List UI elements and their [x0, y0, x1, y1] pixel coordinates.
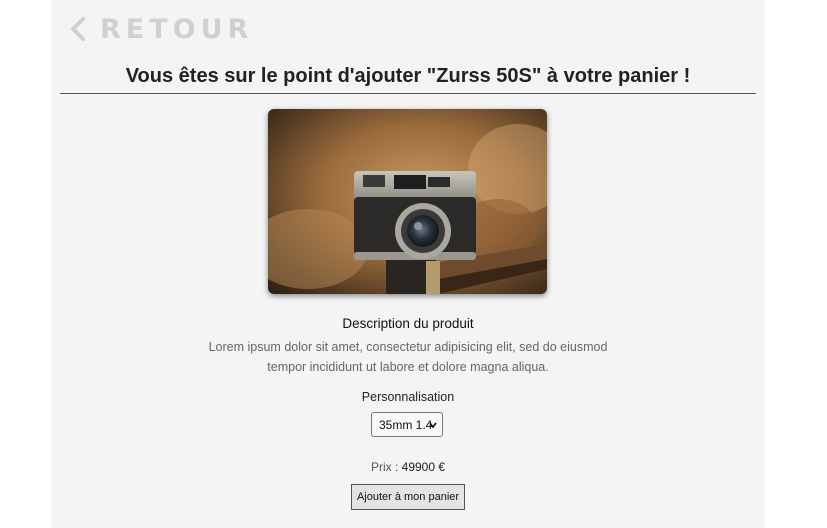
description-title: Description du produit	[342, 316, 474, 331]
price: Prix : 49900 €	[60, 460, 756, 474]
price-label: Prix :	[370, 460, 402, 474]
add-to-cart-button[interactable]: Ajouter à mon panier	[351, 484, 465, 510]
customization-label: Personnalisation	[361, 390, 455, 404]
back-label: RETOUR	[100, 13, 254, 45]
description-text: Lorem ipsum dolor sit amet, consectetur …	[208, 340, 608, 374]
customization-select[interactable]: 35mm 1.4	[371, 412, 443, 437]
back-link[interactable]: RETOUR	[68, 12, 253, 46]
customization-selected-value: 35mm 1.4	[379, 417, 433, 432]
chevron-down-icon	[429, 422, 437, 429]
camera-photo	[268, 109, 547, 294]
chevron-left-icon	[71, 17, 85, 41]
page-title: Vous êtes sur le point d'ajouter "Zurss …	[125, 65, 691, 87]
title-divider	[60, 93, 756, 94]
price-value: 49900 €	[401, 460, 446, 474]
product-image	[268, 109, 547, 294]
